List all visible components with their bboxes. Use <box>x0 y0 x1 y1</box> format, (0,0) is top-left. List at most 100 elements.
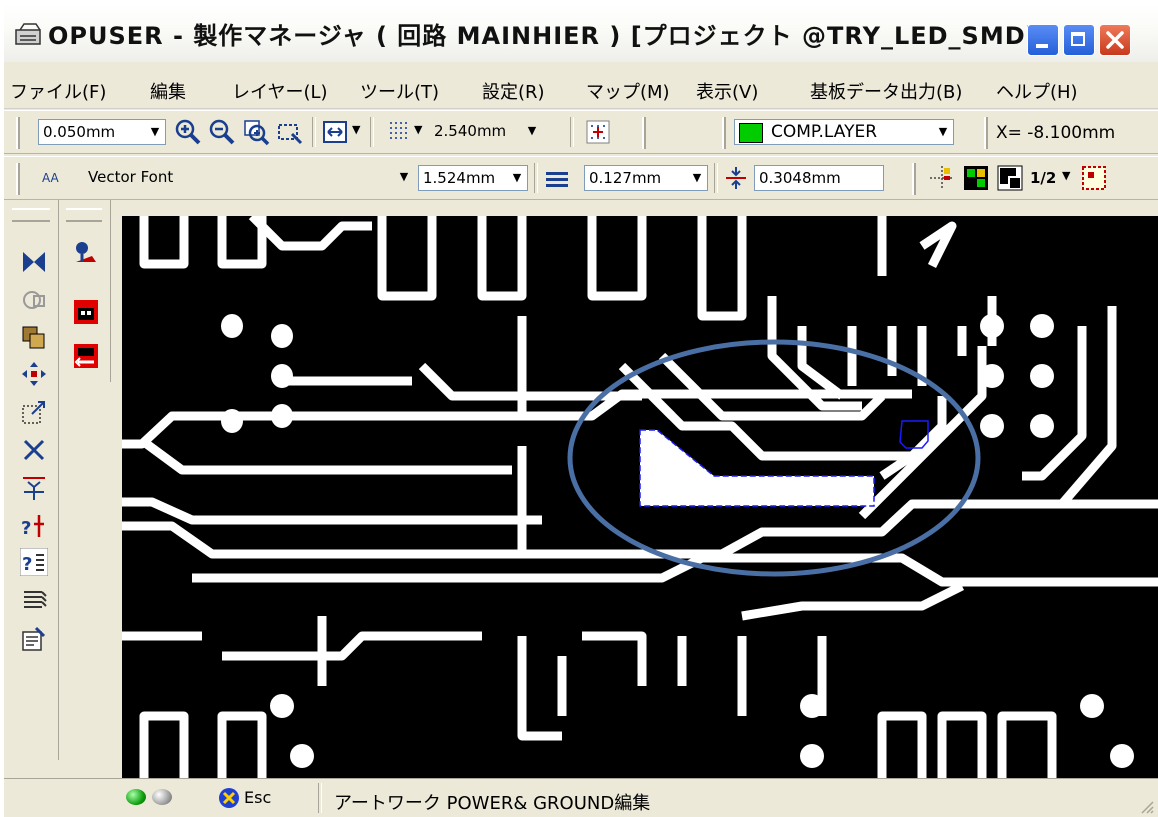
chevron-down-icon: ▼ <box>399 170 409 183</box>
tool-palette-layer <box>62 200 111 382</box>
pcb-artwork[interactable] <box>122 216 1158 778</box>
crosshair-icon[interactable] <box>928 164 956 192</box>
menu-board-output[interactable]: 基板データ出力(B) <box>810 78 962 104</box>
via-tool-icon[interactable] <box>996 164 1024 192</box>
font-select[interactable]: Vector Font ▼ <box>84 165 414 191</box>
pad <box>980 364 1004 388</box>
zoom-window-icon[interactable] <box>242 118 270 146</box>
title-bar[interactable]: OPUSER - 製作マネージャ ( 回路 MAINHIER ) [プロジェクト… <box>4 4 1158 62</box>
grid-pitch-select[interactable]: 2.540mm ▼ <box>430 119 560 145</box>
probe-icon[interactable]: ? <box>20 512 48 540</box>
chevron-down-icon[interactable]: ▼ <box>1062 169 1070 182</box>
chevron-down-icon: ▼ <box>692 171 702 184</box>
zoom-fit-icon[interactable] <box>276 118 304 146</box>
toolbar-separator <box>570 117 574 147</box>
menu-map[interactable]: マップ(M) <box>586 78 670 104</box>
move-icon[interactable] <box>20 360 48 388</box>
window-title: OPUSER - 製作マネージャ ( 回路 MAINHIER ) [プロジェクト… <box>48 22 1038 50</box>
line-width-icon[interactable] <box>542 164 570 192</box>
font-value: Vector Font <box>88 168 174 186</box>
line-width-value: 0.127mm <box>589 169 662 187</box>
trace <box>937 711 987 778</box>
palette-grip[interactable] <box>66 208 102 222</box>
zoom-in-icon[interactable] <box>174 118 202 146</box>
status-led-gray-icon <box>152 789 172 805</box>
minimize-button[interactable] <box>1027 24 1059 56</box>
status-mode-text: アートワーク POWER& GROUND編集 <box>334 793 651 814</box>
pad <box>1030 314 1054 338</box>
pad-tool-icon[interactable] <box>962 164 990 192</box>
menu-file[interactable]: ファイル(F) <box>10 78 106 104</box>
palette-grip[interactable] <box>12 208 50 222</box>
text-size-value: 1.524mm <box>423 169 496 187</box>
trace <box>139 711 189 778</box>
maximize-button[interactable] <box>1063 24 1095 56</box>
pad <box>980 314 1004 338</box>
pcb-canvas[interactable] <box>122 216 1158 778</box>
trace <box>517 636 562 741</box>
close-button[interactable] <box>1099 24 1131 56</box>
layer-assign-icon[interactable] <box>72 240 100 268</box>
trace <box>587 216 647 301</box>
toolbar-grip[interactable] <box>984 117 988 149</box>
layer-export-icon[interactable] <box>72 342 100 370</box>
clearance-input[interactable]: 0.3048mm <box>754 165 884 191</box>
status-bar: Esc アートワーク POWER& GROUND編集 <box>4 778 1158 817</box>
tool-palette-area: ? ? <box>4 200 112 790</box>
chevron-down-icon[interactable]: ▼ <box>352 123 360 136</box>
menu-layer[interactable]: レイヤー(L) <box>232 78 328 104</box>
layer-import-icon[interactable] <box>72 298 100 326</box>
trace <box>477 216 527 301</box>
query-icon[interactable]: ? <box>20 548 48 576</box>
trace <box>141 438 512 475</box>
pattern-icon[interactable] <box>20 586 48 614</box>
trace <box>919 221 957 269</box>
grid-step-select[interactable]: 0.050mm ▼ <box>38 119 166 145</box>
layer-select[interactable]: COMP.LAYER ▼ <box>734 119 954 145</box>
line-width-select[interactable]: 0.127mm ▼ <box>584 165 708 191</box>
trace <box>248 216 372 251</box>
grid-dots-icon[interactable] <box>386 118 414 146</box>
toolbar-grip[interactable] <box>722 117 726 149</box>
toolbar-separator <box>534 163 538 193</box>
resize-grip-icon[interactable] <box>1138 798 1154 814</box>
pad <box>221 409 243 433</box>
properties-icon[interactable] <box>20 624 48 652</box>
grid-pitch-value: 2.540mm <box>434 122 507 140</box>
toolbar-grip[interactable] <box>16 163 20 195</box>
font-prefix-icon: AA <box>42 171 59 185</box>
minimize-icon <box>1036 44 1048 48</box>
text-size-select[interactable]: 1.524mm ▼ <box>418 165 528 191</box>
cancel-icon <box>219 788 239 808</box>
delete-icon[interactable] <box>20 436 48 464</box>
pad <box>800 694 824 718</box>
ratio-label[interactable]: 1/2 <box>1030 169 1056 187</box>
pad <box>1080 694 1104 718</box>
menu-edit[interactable]: 編集 <box>150 78 186 104</box>
toolbar-grip[interactable] <box>912 163 916 195</box>
toolbar-view: 0.050mm ▼ ▼ ▼ 2.540mm ▼ COMP.LAYER ▼ X= … <box>4 110 1158 154</box>
menu-tool[interactable]: ツール(T) <box>360 78 439 104</box>
toolbar-grip[interactable] <box>16 117 20 149</box>
trace <box>997 711 1057 778</box>
resize-icon[interactable] <box>20 398 48 426</box>
select-icon[interactable] <box>20 248 48 276</box>
clearance-icon[interactable] <box>722 164 750 192</box>
toolbar-grip[interactable] <box>642 117 646 149</box>
align-icon[interactable] <box>20 474 48 502</box>
pad <box>1030 364 1054 388</box>
snap-grid-icon[interactable] <box>584 118 612 146</box>
toolbar-separator <box>370 117 374 147</box>
zoom-out-icon[interactable] <box>208 118 236 146</box>
area-select-icon[interactable] <box>1080 164 1108 192</box>
esc-button[interactable]: Esc <box>218 785 298 811</box>
menu-help[interactable]: ヘルプ(H) <box>996 78 1078 104</box>
pad <box>1110 744 1134 768</box>
measure-width-icon[interactable] <box>322 118 350 146</box>
copy-icon[interactable] <box>20 324 48 352</box>
rotate-icon[interactable] <box>20 286 48 314</box>
menu-view[interactable]: 表示(V) <box>696 78 758 104</box>
chevron-down-icon[interactable]: ▼ <box>414 123 422 136</box>
menu-settings[interactable]: 設定(R) <box>482 78 545 104</box>
trace <box>1058 306 1117 507</box>
